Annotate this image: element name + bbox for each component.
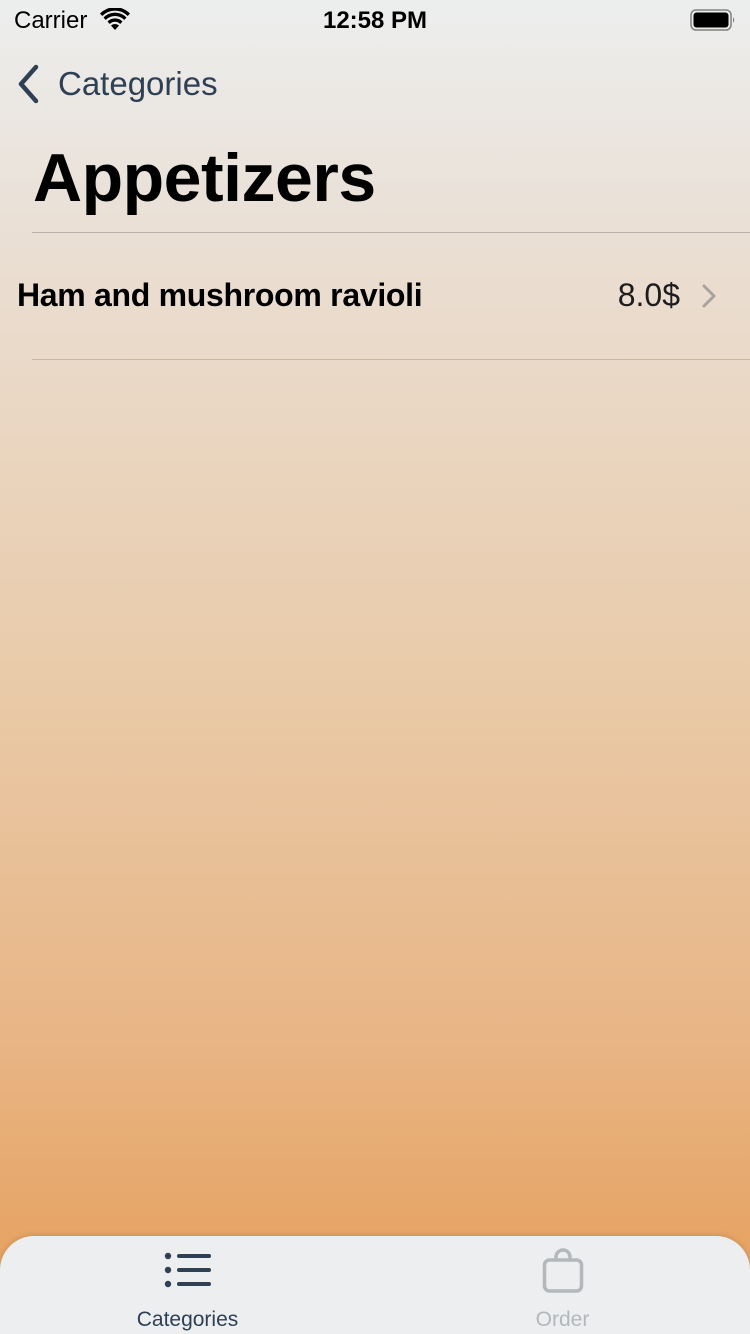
bag-icon <box>542 1248 583 1293</box>
tab-label: Categories <box>136 1308 239 1331</box>
list-icon <box>164 1252 211 1288</box>
back-button[interactable]: Categories <box>14 60 218 108</box>
back-label: Categories <box>58 65 218 102</box>
item-name: Ham and mushroom ravioli <box>17 277 423 313</box>
list-item[interactable]: Ham and mushroom ravioli 8.0$ <box>0 233 750 359</box>
divider <box>32 359 750 360</box>
tab-label: Order <box>535 1308 590 1331</box>
tab-bar: Categories Order <box>0 1236 750 1334</box>
chevron-left-icon <box>18 64 39 104</box>
clock: 12:58 PM <box>322 7 428 34</box>
battery-icon <box>690 9 735 31</box>
item-price: 8.0$ <box>617 277 680 313</box>
tab-categories[interactable]: Categories <box>0 1236 375 1334</box>
chevron-right-icon <box>702 284 716 308</box>
page-title: Appetizers <box>33 140 376 216</box>
tab-order[interactable]: Order <box>375 1236 750 1334</box>
status-bar: Carrier 12:58 PM <box>0 0 750 40</box>
